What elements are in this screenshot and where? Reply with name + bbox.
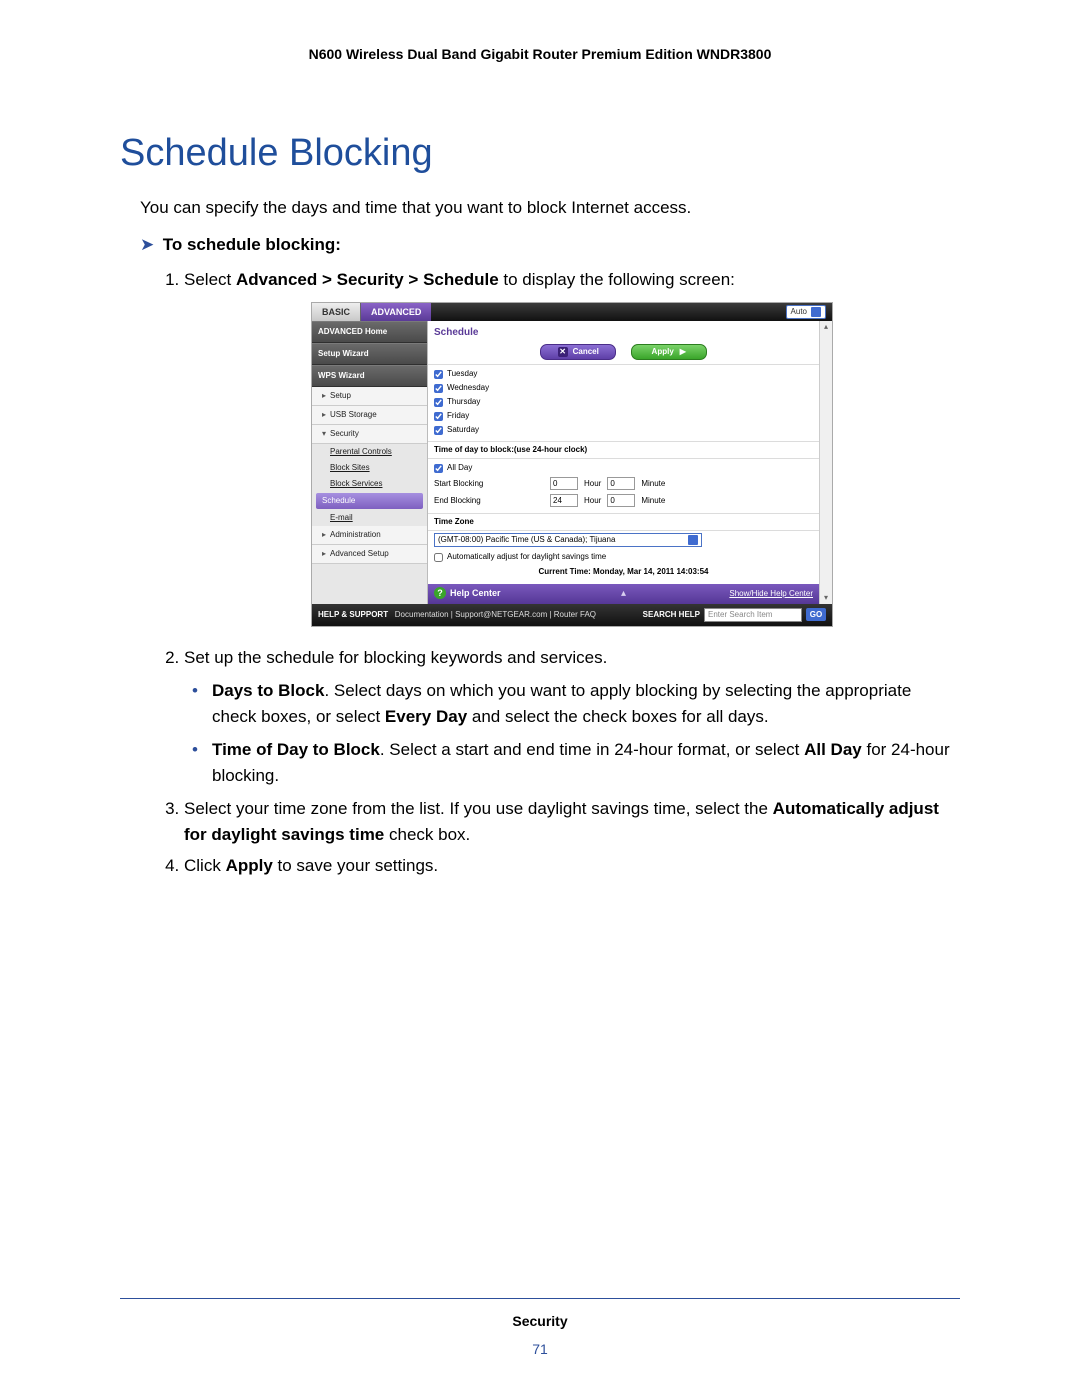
step-2: Set up the schedule for blocking keyword…	[184, 645, 960, 789]
step-4: Click Apply to save your settings.	[184, 853, 960, 879]
step-3: Select your time zone from the list. If …	[184, 796, 960, 847]
help-icon: ?	[434, 587, 446, 599]
help-support-bar: HELP & SUPPORT Documentation | Support@N…	[312, 604, 832, 626]
end-blocking-row: End Blocking Hour Minute	[434, 492, 813, 509]
scrollbar[interactable]: ▴ ▾	[819, 321, 832, 604]
step-2-bullet-time: Time of Day to Block. Select a start and…	[212, 737, 960, 788]
content-title: Schedule	[428, 321, 819, 344]
doc-header: N600 Wireless Dual Band Gigabit Router P…	[120, 46, 960, 62]
checkbox-saturday[interactable]: Saturday	[434, 423, 813, 437]
start-blocking-row: Start Blocking Hour Minute	[434, 475, 813, 492]
sidebar-setup-wizard[interactable]: Setup Wizard	[312, 343, 427, 365]
chevron-right-icon: ▶	[680, 346, 686, 358]
timezone-title: Time Zone	[428, 513, 819, 530]
sidebar-parental-controls[interactable]: Parental Controls	[312, 444, 427, 460]
checkbox-wednesday[interactable]: Wednesday	[434, 381, 813, 395]
end-minute-input[interactable]	[607, 494, 635, 507]
content-pane: Schedule ✕Cancel Apply▶ Tuesday Wednesda…	[428, 321, 819, 604]
scroll-down-icon: ▾	[820, 592, 832, 604]
sidebar-usb-storage[interactable]: ▸USB Storage	[312, 406, 427, 425]
sidebar-advanced-setup[interactable]: ▸Advanced Setup	[312, 545, 427, 564]
start-minute-input[interactable]	[607, 477, 635, 490]
current-time-label: Current Time: Monday, Mar 14, 2011 14:03…	[434, 564, 813, 580]
page-title: Schedule Blocking	[120, 132, 960, 175]
task-heading: ➤ To schedule blocking:	[140, 235, 960, 255]
show-hide-help-link[interactable]: Show/Hide Help Center	[729, 588, 813, 600]
sidebar-schedule[interactable]: Schedule	[316, 493, 423, 509]
intro-paragraph: You can specify the days and time that y…	[140, 195, 960, 221]
sidebar-block-sites[interactable]: Block Sites	[312, 460, 427, 476]
days-section: Tuesday Wednesday Thursday Friday Saturd…	[428, 364, 819, 441]
tab-advanced[interactable]: ADVANCED	[361, 303, 431, 321]
dropdown-icon	[811, 307, 821, 317]
checkbox-dst[interactable]: Automatically adjust for daylight saving…	[434, 550, 813, 564]
checkbox-friday[interactable]: Friday	[434, 409, 813, 423]
checkbox-tuesday[interactable]: Tuesday	[434, 367, 813, 381]
help-center-bar[interactable]: ?Help Center ▴ Show/Hide Help Center	[428, 584, 819, 604]
sidebar-wps-wizard[interactable]: WPS Wizard	[312, 365, 427, 387]
apply-button[interactable]: Apply▶	[631, 344, 707, 360]
go-button[interactable]: GO	[806, 608, 826, 621]
sidebar-block-services[interactable]: Block Services	[312, 476, 427, 492]
router-screenshot: BASICADVANCED Auto ADVANCED Home Setup W…	[311, 302, 833, 627]
footer-links[interactable]: Documentation | Support@NETGEAR.com | Ro…	[395, 610, 596, 619]
checkbox-thursday[interactable]: Thursday	[434, 395, 813, 409]
sidebar: ADVANCED Home Setup Wizard WPS Wizard ▸S…	[312, 321, 428, 604]
timezone-select[interactable]: (GMT-08:00) Pacific Time (US & Canada); …	[434, 533, 702, 547]
page-footer: Security 71	[120, 1298, 960, 1357]
chevron-up-icon: ▴	[621, 586, 626, 601]
chevron-right-icon: ➤	[140, 235, 158, 255]
end-hour-input[interactable]	[550, 494, 578, 507]
scroll-up-icon: ▴	[820, 321, 832, 333]
sidebar-security[interactable]: ▾Security	[312, 425, 427, 444]
search-input[interactable]	[704, 608, 802, 622]
page-number: 71	[120, 1341, 960, 1357]
sidebar-advanced-home[interactable]: ADVANCED Home	[312, 321, 427, 343]
step-1: Select Advanced > Security > Schedule to…	[184, 267, 960, 627]
start-hour-input[interactable]	[550, 477, 578, 490]
tab-bar: BASICADVANCED Auto	[312, 303, 832, 321]
checkbox-all-day[interactable]: All Day	[434, 461, 813, 475]
sidebar-setup[interactable]: ▸Setup	[312, 387, 427, 406]
cancel-button[interactable]: ✕Cancel	[540, 344, 616, 360]
sidebar-email[interactable]: E-mail	[312, 510, 427, 526]
auto-selector[interactable]: Auto	[786, 305, 826, 319]
step-2-bullet-days: Days to Block. Select days on which you …	[212, 678, 960, 729]
dropdown-icon	[688, 535, 698, 545]
sidebar-administration[interactable]: ▸Administration	[312, 526, 427, 545]
chapter-label: Security	[120, 1313, 960, 1329]
help-support-label: HELP & SUPPORT	[318, 610, 388, 619]
time-of-day-title: Time of day to block:(use 24-hour clock)	[428, 441, 819, 458]
search-help-label: SEARCH HELP	[643, 609, 700, 621]
tab-basic[interactable]: BASIC	[312, 303, 361, 321]
close-icon: ✕	[558, 347, 568, 357]
